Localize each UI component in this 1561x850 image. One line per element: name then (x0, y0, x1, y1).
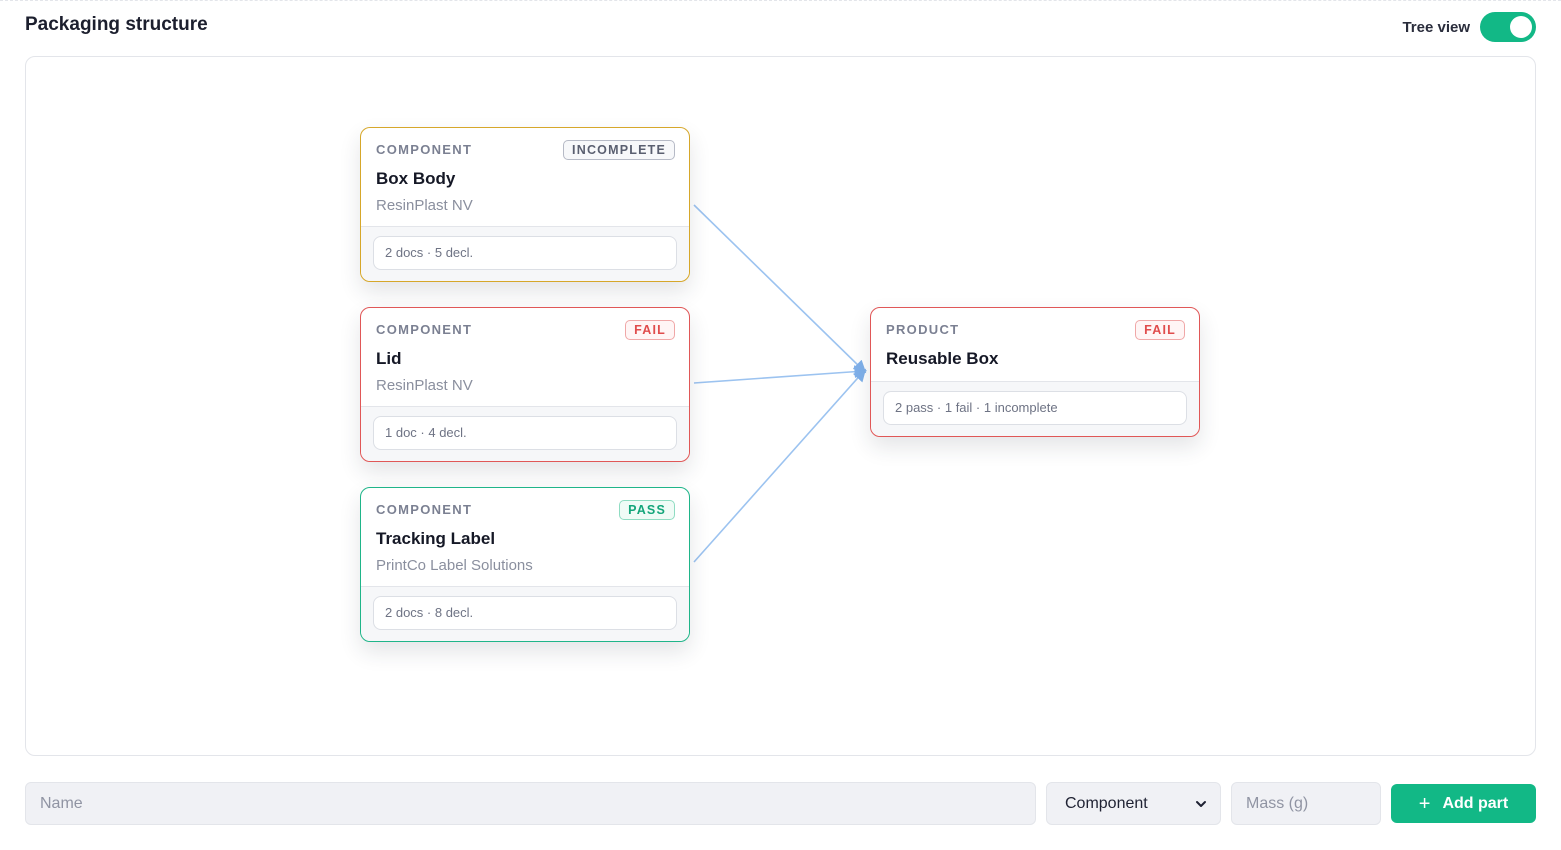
status-badge: FAIL (1135, 320, 1185, 340)
toggle-knob (1510, 16, 1532, 38)
status-badge: FAIL (625, 320, 675, 340)
node-name: Box Body (376, 169, 456, 188)
node-summary: 2 docs · 5 decl. (373, 236, 677, 270)
node-supplier: PrintCo Label Solutions (376, 557, 533, 574)
top-divider (0, 0, 1561, 1)
add-part-form: Component + Add part (25, 782, 1536, 825)
tree-view-label: Tree view (1402, 18, 1470, 36)
node-supplier: ResinPlast NV (376, 377, 473, 394)
node-supplier: ResinPlast NV (376, 197, 473, 214)
mass-input[interactable] (1231, 782, 1381, 825)
node-name: Tracking Label (376, 529, 496, 548)
node-reusable-box[interactable]: PRODUCT FAIL Reusable Box 2 pass · 1 fai… (870, 307, 1200, 437)
add-part-label: Add part (1442, 794, 1509, 812)
node-name: Reusable Box (886, 349, 999, 368)
node-summary: 2 pass · 1 fail · 1 incomplete (883, 391, 1187, 425)
chevron-down-icon (1196, 801, 1206, 807)
status-badge: PASS (619, 500, 675, 520)
node-summary: 1 doc · 4 decl. (373, 416, 677, 450)
tree-view-control: Tree view (1402, 12, 1536, 42)
name-input[interactable] (25, 782, 1036, 825)
node-tracking-label[interactable]: COMPONENT PASS Tracking Label PrintCo La… (360, 487, 690, 642)
node-box-body[interactable]: COMPONENT INCOMPLETE Box Body ResinPlast… (360, 127, 690, 282)
part-type-value: Component (1065, 794, 1148, 812)
status-badge: INCOMPLETE (563, 140, 675, 160)
part-type-select[interactable]: Component (1046, 782, 1221, 825)
node-summary: 2 docs · 8 decl. (373, 596, 677, 630)
node-name: Lid (376, 349, 402, 368)
page-title: Packaging structure (25, 14, 208, 35)
plus-icon: + (1418, 792, 1431, 815)
add-part-button[interactable]: + Add part (1391, 784, 1536, 823)
node-lid[interactable]: COMPONENT FAIL Lid ResinPlast NV 1 doc ·… (360, 307, 690, 462)
structure-canvas (25, 56, 1536, 756)
tree-view-toggle[interactable] (1480, 12, 1536, 42)
